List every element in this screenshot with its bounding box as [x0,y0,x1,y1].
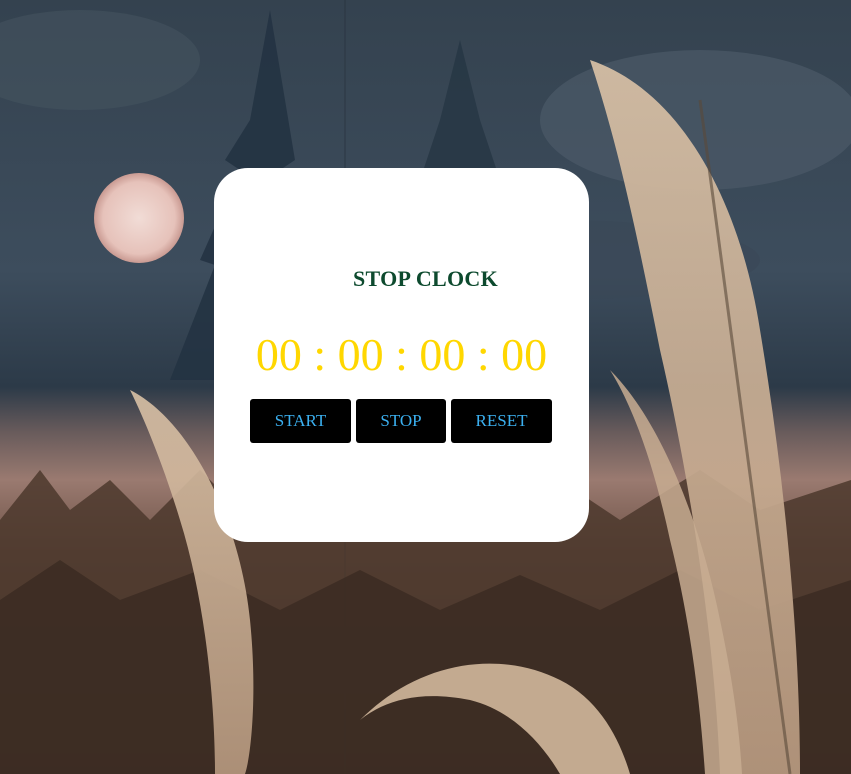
stop-button[interactable]: STOP [356,399,446,443]
timer-centiseconds: 00 [501,329,548,380]
app-title: STOP CLOCK [352,266,499,291]
timer-seconds: 00 [419,329,466,380]
reset-button[interactable]: RESET [451,399,552,443]
timer-separator: : [313,329,327,380]
timer-display: 00 : 00 : 00 : 00 [214,327,589,383]
timer-separator: : [395,329,408,380]
timer-hours: 00 [255,329,302,380]
start-button[interactable]: START [250,399,351,443]
timer-minutes: 00 [337,329,384,380]
timer-separator: : [476,329,490,380]
